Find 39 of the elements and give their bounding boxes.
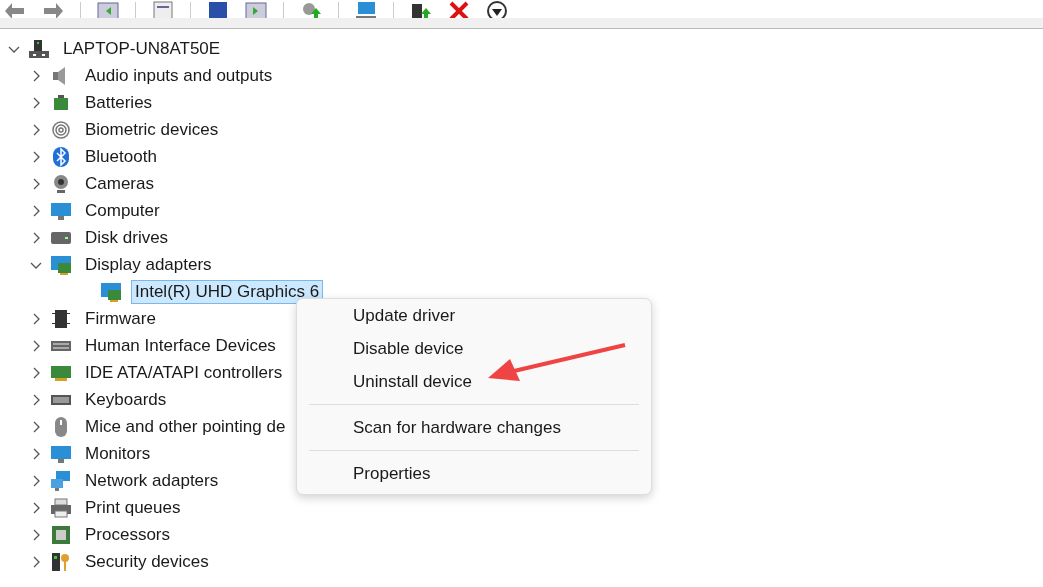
menu-item[interactable]: Scan for hardware changes bbox=[297, 411, 651, 444]
tree-item[interactable]: Mice and other pointing de bbox=[81, 414, 290, 439]
chip-icon bbox=[50, 307, 72, 330]
panel-back-icon[interactable] bbox=[97, 0, 119, 18]
tree-item[interactable]: Display adapters bbox=[81, 252, 216, 277]
tree-item[interactable]: Computer bbox=[81, 198, 164, 223]
tree-item[interactable]: Human Interface Devices bbox=[81, 333, 280, 358]
tree-item[interactable]: Monitors bbox=[81, 441, 155, 466]
tree-item[interactable]: Keyboards bbox=[81, 387, 171, 412]
down-arrow-icon[interactable] bbox=[486, 0, 508, 18]
tree-item[interactable]: Disk drives bbox=[81, 225, 173, 250]
monitor-icon[interactable] bbox=[355, 0, 377, 18]
tree-item[interactable]: Biometric devices bbox=[81, 117, 223, 142]
display-card-icon bbox=[50, 253, 72, 276]
bluetooth-icon bbox=[50, 145, 72, 168]
menu-item[interactable]: Uninstall device bbox=[297, 365, 651, 398]
tree-item[interactable]: Cameras bbox=[81, 171, 158, 196]
tree-item[interactable]: Processors bbox=[81, 522, 175, 547]
tree-item[interactable]: Firmware bbox=[81, 306, 160, 331]
tree-item[interactable]: Print queues bbox=[81, 495, 185, 520]
network-icon bbox=[50, 469, 72, 492]
tree-item[interactable]: Security devices bbox=[81, 549, 213, 574]
printer-icon bbox=[50, 496, 72, 519]
tree-item[interactable]: Intel(R) UHD Graphics 6 bbox=[131, 279, 324, 304]
menu-item[interactable]: Disable device bbox=[297, 332, 651, 365]
fingerprint-icon bbox=[50, 118, 72, 141]
close-icon[interactable] bbox=[448, 0, 470, 18]
panel-forward-icon[interactable] bbox=[245, 0, 267, 18]
tree-item[interactable]: IDE ATA/ATAPI controllers bbox=[81, 360, 287, 385]
tree-item[interactable]: Bluetooth bbox=[81, 144, 161, 169]
menu-item[interactable]: Properties bbox=[297, 457, 651, 490]
properties-icon[interactable] bbox=[152, 0, 174, 18]
tree-item[interactable]: LAPTOP-UN8AT50E bbox=[59, 36, 225, 61]
tree-item[interactable]: Batteries bbox=[81, 90, 157, 115]
tree-item[interactable]: Audio inputs and outputs bbox=[81, 63, 277, 88]
tower-key-icon bbox=[50, 550, 72, 573]
tree-item[interactable]: Network adapters bbox=[81, 468, 223, 493]
processor-icon bbox=[50, 523, 72, 546]
display-card-icon bbox=[100, 280, 122, 303]
